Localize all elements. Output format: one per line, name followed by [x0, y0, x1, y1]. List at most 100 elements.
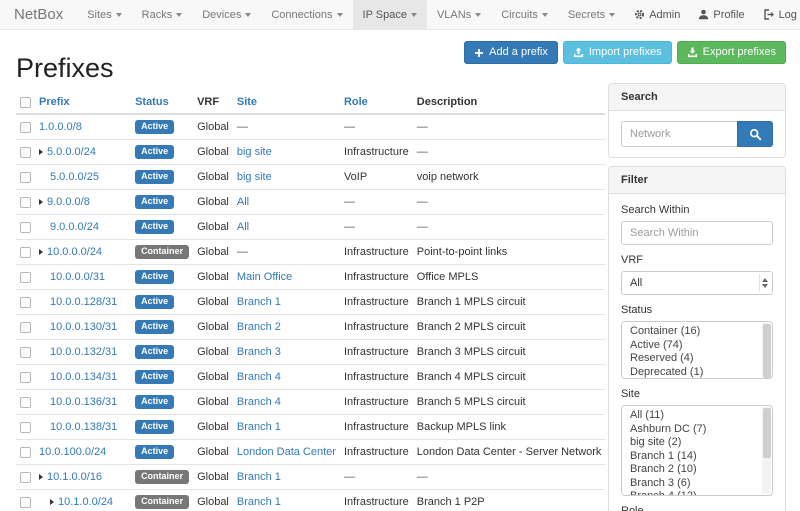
select-all-checkbox[interactable]	[20, 97, 31, 108]
row-checkbox[interactable]	[20, 247, 31, 258]
table-row: 5.0.0.0/25ActiveGlobalbig siteVoIPvoip n…	[16, 165, 605, 190]
site-link[interactable]: All	[237, 196, 249, 208]
column-header-role[interactable]: Role	[340, 93, 413, 114]
row-checkbox[interactable]	[20, 222, 31, 233]
site-link[interactable]: Main Office	[237, 271, 292, 283]
site-link[interactable]: All	[237, 221, 249, 233]
row-checkbox[interactable]	[20, 272, 31, 283]
caret-down-icon	[475, 13, 481, 17]
filter-input-search-within[interactable]	[621, 221, 773, 245]
site-link[interactable]: Branch 1	[237, 421, 281, 433]
scrollbar[interactable]	[762, 323, 771, 377]
user-icon	[698, 9, 709, 20]
row-checkbox[interactable]	[20, 497, 31, 508]
row-checkbox[interactable]	[20, 147, 31, 158]
description-cell: Branch 1 MPLS circuit	[413, 290, 606, 315]
site-link[interactable]: Branch 4	[237, 396, 281, 408]
row-checkbox[interactable]	[20, 347, 31, 358]
row-checkbox[interactable]	[20, 322, 31, 333]
prefix-link[interactable]: 10.0.0.128/31	[50, 296, 117, 308]
site-link[interactable]: big site	[237, 171, 272, 183]
app-brand[interactable]: NetBox	[14, 0, 63, 29]
prefix-link[interactable]: 10.0.0.130/31	[50, 321, 117, 333]
prefix-link[interactable]: 10.0.0.132/31	[50, 346, 117, 358]
nav-item-racks[interactable]: Racks	[132, 0, 193, 29]
nav-item-log-out[interactable]: Log out	[754, 0, 800, 29]
prefix-link[interactable]: 10.0.0.136/31	[50, 396, 117, 408]
column-header-site[interactable]: Site	[233, 93, 340, 114]
list-option[interactable]: Branch 1 (14)	[622, 450, 760, 464]
row-checkbox[interactable]	[20, 447, 31, 458]
scrollbar[interactable]	[762, 407, 771, 494]
nav-item-profile[interactable]: Profile	[689, 0, 753, 29]
site-link[interactable]: London Data Center	[237, 446, 336, 458]
status-badge: Container	[135, 495, 189, 509]
filter-list-site[interactable]: All (11)Ashburn DC (7)big site (2)Branch…	[621, 405, 773, 496]
export-prefixes-button[interactable]: Export prefixes	[677, 41, 786, 64]
nav-item-sites[interactable]: Sites	[77, 0, 131, 29]
list-option[interactable]: Container (16)	[622, 325, 760, 339]
prefix-link[interactable]: 9.0.0.0/8	[47, 196, 90, 208]
prefix-link[interactable]: 5.0.0.0/24	[47, 146, 96, 158]
search-input[interactable]	[621, 121, 737, 147]
prefix-link[interactable]: 9.0.0.0/24	[50, 221, 99, 233]
column-header-status[interactable]: Status	[131, 93, 193, 114]
site-link[interactable]: big site	[237, 146, 272, 158]
list-option[interactable]: big site (2)	[622, 436, 760, 450]
site-link[interactable]: Branch 3	[237, 346, 281, 358]
list-option[interactable]: Branch 2 (10)	[622, 463, 760, 477]
site-link[interactable]: Branch 4	[237, 371, 281, 383]
site-link[interactable]: Branch 1	[237, 296, 281, 308]
row-checkbox[interactable]	[20, 372, 31, 383]
row-checkbox[interactable]	[20, 297, 31, 308]
filter-list-status[interactable]: Container (16)Active (74)Reserved (4)Dep…	[621, 321, 773, 379]
vrf-cell: Global	[193, 265, 233, 290]
row-checkbox[interactable]	[20, 397, 31, 408]
prefix-link[interactable]: 5.0.0.0/25	[50, 171, 99, 183]
filter-panel: Filter Search WithinVRFAllStatusContaine…	[608, 166, 786, 511]
list-option[interactable]: Ashburn DC (7)	[622, 423, 760, 437]
import-prefixes-button[interactable]: Import prefixes	[563, 41, 672, 64]
nav-item-devices[interactable]: Devices	[192, 0, 261, 29]
search-button[interactable]	[737, 121, 773, 147]
prefix-link[interactable]: 10.1.0.0/16	[47, 471, 102, 483]
prefix-link[interactable]: 10.0.100.0/24	[39, 446, 106, 458]
status-badge: Active	[135, 295, 174, 309]
site-link[interactable]: Branch 1	[237, 471, 281, 483]
site-link[interactable]: Branch 2	[237, 321, 281, 333]
nav-item-ip-space[interactable]: IP Space	[353, 0, 427, 29]
row-checkbox[interactable]	[20, 122, 31, 133]
role-cell: VoIP	[340, 165, 413, 190]
column-header-prefix[interactable]: Prefix	[35, 93, 131, 114]
row-checkbox[interactable]	[20, 472, 31, 483]
description-cell: voip network	[413, 165, 606, 190]
filter-select-vrf[interactable]: All	[621, 271, 773, 295]
prefix-link[interactable]: 10.0.0.0/24	[47, 246, 102, 258]
list-option[interactable]: Deprecated (1)	[622, 366, 760, 380]
role-cell: Infrastructure	[340, 265, 413, 290]
list-option[interactable]: Branch 4 (12)	[622, 490, 760, 496]
table-row: 10.0.0.130/31ActiveGlobalBranch 2Infrast…	[16, 315, 605, 340]
role-cell: Infrastructure	[340, 340, 413, 365]
list-option[interactable]: Branch 3 (6)	[622, 477, 760, 491]
nav-item-vlans[interactable]: VLANs	[427, 0, 491, 29]
row-checkbox[interactable]	[20, 422, 31, 433]
nav-item-connections[interactable]: Connections	[261, 0, 352, 29]
vrf-cell: Global	[193, 215, 233, 240]
add-a-prefix-button[interactable]: Add a prefix	[464, 41, 558, 64]
row-checkbox[interactable]	[20, 172, 31, 183]
nav-item-circuits[interactable]: Circuits	[491, 0, 558, 29]
prefix-link[interactable]: 10.0.0.138/31	[50, 421, 117, 433]
caret-down-icon	[245, 13, 251, 17]
list-option[interactable]: All (11)	[622, 409, 760, 423]
row-checkbox[interactable]	[20, 197, 31, 208]
list-option[interactable]: Active (74)	[622, 339, 760, 353]
list-option[interactable]: Reserved (4)	[622, 352, 760, 366]
nav-item-secrets[interactable]: Secrets	[558, 0, 625, 29]
site-link[interactable]: Branch 1	[237, 496, 281, 508]
prefix-link[interactable]: 10.1.0.0/24	[58, 496, 113, 508]
prefix-link[interactable]: 1.0.0.0/8	[39, 121, 82, 133]
nav-item-admin[interactable]: Admin	[625, 0, 689, 29]
prefix-link[interactable]: 10.0.0.134/31	[50, 371, 117, 383]
prefix-link[interactable]: 10.0.0.0/31	[50, 271, 105, 283]
